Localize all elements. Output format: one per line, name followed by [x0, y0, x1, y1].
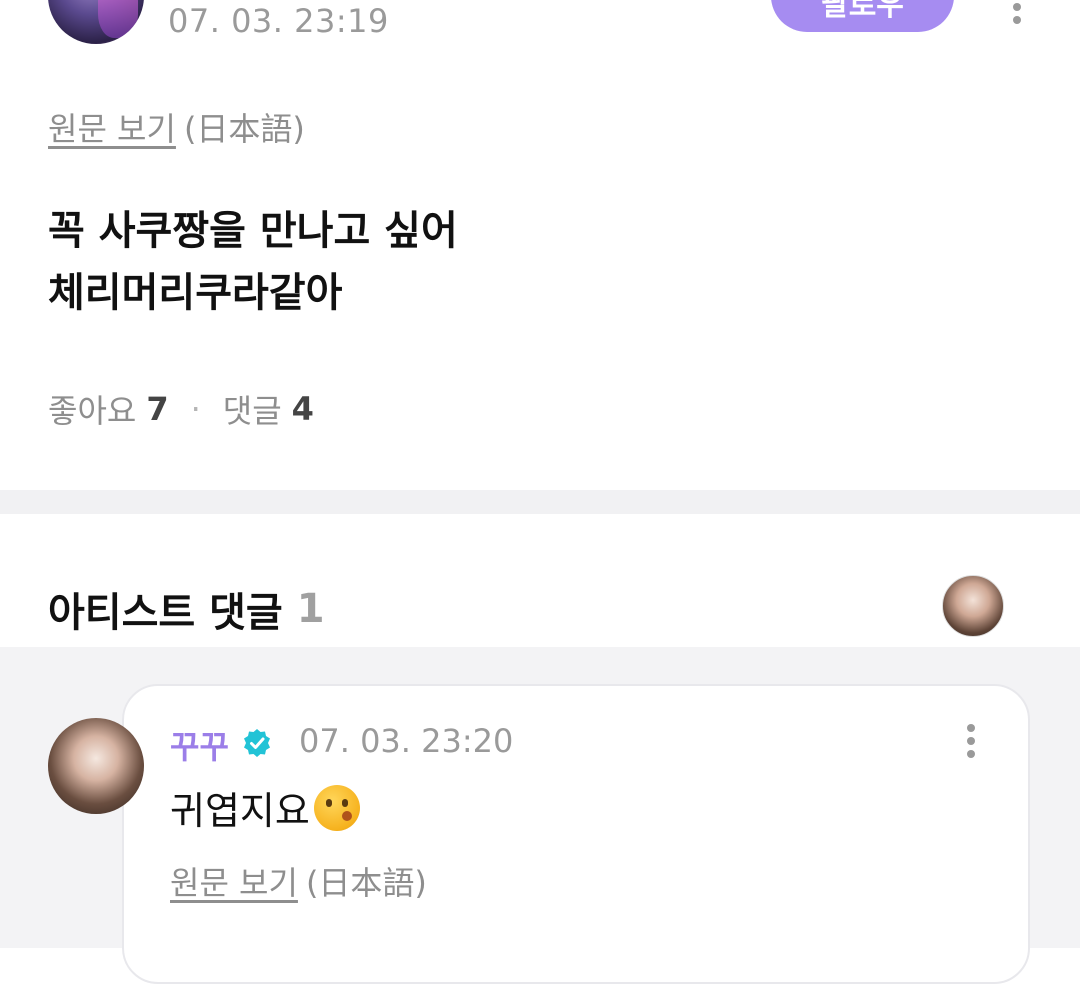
artist-avatar[interactable]: [942, 575, 1004, 637]
kissing-face-icon: [313, 784, 360, 831]
post-more-icon[interactable]: [1010, 0, 1024, 26]
original-language: (日本語): [183, 110, 305, 148]
likes-label[interactable]: 좋아요: [48, 386, 136, 432]
artist-comments-header: 아티스트 댓글 1: [48, 580, 325, 638]
comments-count[interactable]: 4: [292, 390, 314, 428]
comment-text-body: 귀엽지요: [170, 789, 310, 833]
post-body: 꼭 사쿠짱을 만나고 싶어 체리머리쿠라같아: [48, 200, 458, 324]
view-original-link[interactable]: 원문 보기 (日本語): [48, 104, 305, 150]
comment-view-original-label[interactable]: 원문 보기: [170, 864, 298, 902]
section-divider: [0, 490, 1080, 514]
follow-button[interactable]: 팔로우: [771, 0, 954, 32]
post-author-avatar[interactable]: [48, 0, 144, 44]
view-original-label[interactable]: 원문 보기: [48, 110, 176, 148]
artist-comments-count: 1: [296, 586, 325, 632]
comment-original-language: (日本語): [305, 864, 427, 902]
comment-more-icon[interactable]: [966, 724, 976, 760]
comments-label[interactable]: 댓글: [223, 386, 282, 432]
comment-author-avatar[interactable]: [48, 718, 144, 814]
post-header: 07. 03. 23:19 팔로우: [0, 0, 1080, 60]
stats-separator: ·: [190, 390, 201, 428]
comment-date: 07. 03. 23:20: [299, 722, 514, 760]
comment-author-name[interactable]: 꾸꾸: [170, 722, 229, 768]
artist-comments-title: 아티스트 댓글: [48, 590, 283, 636]
post-stats: 좋아요 7 · 댓글 4: [48, 386, 314, 432]
post-date: 07. 03. 23:19: [168, 2, 389, 40]
post-body-line: 꼭 사쿠짱을 만나고 싶어: [48, 208, 458, 254]
verified-badge-icon: [244, 729, 270, 757]
comment-text: 귀엽지요: [170, 780, 360, 835]
comment-view-original-link[interactable]: 원문 보기 (日本語): [170, 858, 427, 904]
likes-count[interactable]: 7: [146, 390, 168, 428]
post-body-line: 체리머리쿠라같아: [48, 270, 343, 316]
